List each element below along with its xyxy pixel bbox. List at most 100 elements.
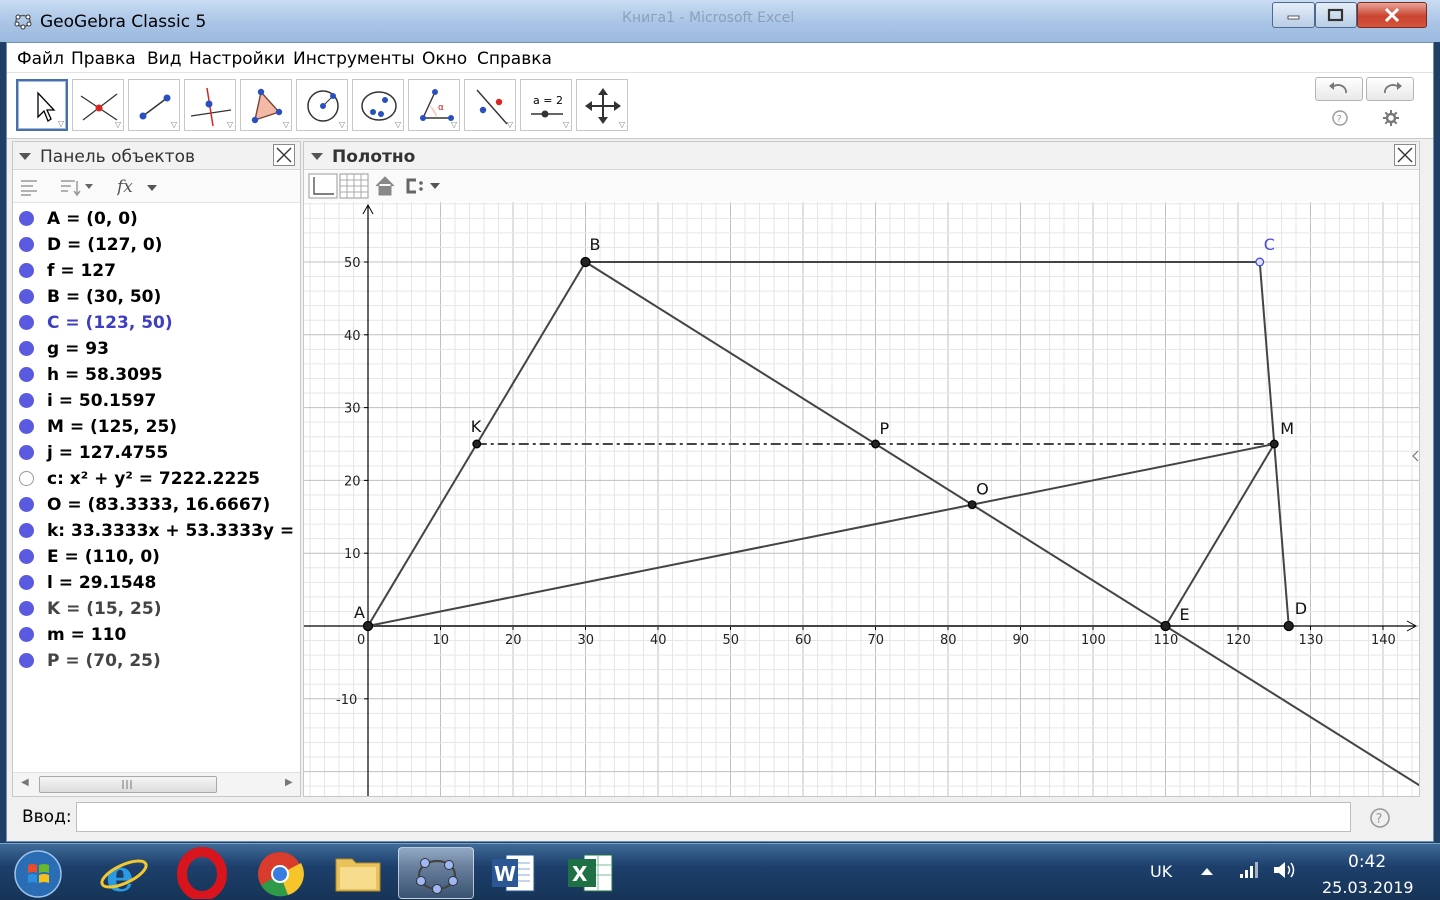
graphics-canvas[interactable]: 0 10 20 30 40 50 60 70 80 90 100 110 120 130 140 -10 10 2…	[304, 183, 1440, 800]
visibility-toggle-icon[interactable]	[19, 445, 34, 460]
algebra-item[interactable]: D = (127, 0)	[13, 232, 300, 258]
menu-tools[interactable]: Инструменты	[293, 49, 415, 69]
algebra-item-text: O = (83.3333, 16.6667)	[47, 495, 271, 515]
visibility-toggle-icon[interactable]	[19, 341, 34, 356]
toggle-grid-icon[interactable]	[339, 173, 369, 199]
perpendicular-tool-button[interactable]: ▽	[184, 79, 236, 131]
algebra-item[interactable]: A = (0, 0)	[13, 206, 300, 232]
clock-time[interactable]: 0:42	[1348, 852, 1386, 872]
algebra-item[interactable]: i = 50.1597	[13, 388, 300, 414]
visibility-toggle-icon[interactable]	[19, 237, 34, 252]
geometry-plot[interactable]: 0 10 20 30 40 50 60 70 80 90 100 110 120 130 140 -10 10 2…	[304, 183, 1440, 800]
auxiliary-objects-icon[interactable]	[19, 177, 39, 197]
volume-icon[interactable]	[1272, 860, 1298, 880]
x-tick-label: 80	[940, 633, 957, 648]
clock-date[interactable]: 25.03.2019	[1322, 878, 1414, 897]
menu-settings[interactable]: Настройки	[189, 49, 285, 69]
algebra-item[interactable]: B = (30, 50)	[13, 284, 300, 310]
visibility-toggle-icon[interactable]	[19, 575, 34, 590]
slider-tool-button[interactable]: a = 2 ▽	[520, 79, 572, 131]
visibility-toggle-icon[interactable]	[19, 627, 34, 642]
scroll-right-icon[interactable]: ▶	[285, 777, 293, 788]
visibility-toggle-icon[interactable]	[19, 211, 34, 226]
visibility-toggle-icon[interactable]	[19, 315, 34, 330]
algebra-item-text: h = 58.3095	[47, 365, 163, 385]
grip-icon	[122, 780, 132, 789]
segment-tool-button[interactable]: ▽	[128, 79, 180, 131]
visibility-toggle-icon[interactable]	[19, 523, 34, 538]
menu-file[interactable]: Файл	[17, 49, 64, 69]
algebra-item[interactable]: P = (70, 25)	[13, 648, 300, 674]
algebra-item[interactable]: O = (83.3333, 16.6667)	[13, 492, 300, 518]
point-tool-button[interactable]: ▽	[72, 79, 124, 131]
algebra-item[interactable]: K = (15, 25)	[13, 596, 300, 622]
visibility-toggle-icon[interactable]	[19, 263, 34, 278]
start-button[interactable]	[4, 847, 68, 899]
redo-button[interactable]	[1366, 77, 1414, 101]
point-capture-icon[interactable]	[402, 175, 448, 197]
undo-button[interactable]	[1315, 77, 1363, 101]
visibility-toggle-icon[interactable]	[19, 289, 34, 304]
collapse-side-icon[interactable]	[1411, 450, 1419, 462]
horizontal-scrollbar[interactable]: ◀ ▶	[13, 772, 300, 796]
scroll-left-icon[interactable]: ◀	[21, 777, 29, 788]
network-signal-icon[interactable]	[1238, 860, 1260, 880]
panel-collapse-icon[interactable]	[19, 153, 31, 160]
reflect-tool-button[interactable]: ▽	[464, 79, 516, 131]
algebra-panel: Панель объектов fx A = (0, 0) D = (127, 0…	[12, 141, 301, 797]
visibility-toggle-icon[interactable]	[19, 549, 34, 564]
move-graphics-tool-button[interactable]: ▽	[576, 79, 628, 131]
algebra-item[interactable]: k: 33.3333x + 53.3333y = 30	[13, 518, 300, 544]
menu-edit[interactable]: Правка	[71, 49, 136, 69]
menu-window[interactable]: Окно	[422, 49, 467, 69]
taskbar-geogebra[interactable]	[398, 847, 474, 899]
fx-description-icon[interactable]: fx	[117, 175, 161, 199]
home-icon[interactable]	[374, 175, 396, 197]
algebra-item[interactable]: j = 127.4755	[13, 440, 300, 466]
help-icon[interactable]: ?	[1368, 806, 1392, 830]
taskbar-chrome[interactable]	[242, 847, 318, 899]
visibility-toggle-icon[interactable]	[19, 653, 34, 668]
scrollbar-thumb[interactable]	[39, 776, 217, 793]
help-icon[interactable]: ?	[1331, 109, 1349, 127]
taskbar-word[interactable]: W	[476, 847, 552, 899]
circle-tool-button[interactable]: ▽	[296, 79, 348, 131]
minimize-button[interactable]	[1272, 2, 1315, 28]
algebra-item[interactable]: h = 58.3095	[13, 362, 300, 388]
taskbar-opera[interactable]	[164, 847, 240, 899]
tray-expand-icon[interactable]	[1200, 866, 1214, 876]
toggle-axes-icon[interactable]	[308, 173, 338, 199]
sort-icon[interactable]	[59, 177, 93, 197]
close-button[interactable]	[1357, 2, 1427, 28]
algebra-item[interactable]: c: x² + y² = 7222.2225	[13, 466, 300, 492]
conic-tool-button[interactable]: ▽	[352, 79, 404, 131]
algebra-item[interactable]: M = (125, 25)	[13, 414, 300, 440]
taskbar-file-explorer[interactable]	[320, 847, 396, 899]
input-field[interactable]	[76, 802, 1351, 832]
menu-view[interactable]: Вид	[147, 49, 181, 69]
algebra-item[interactable]: g = 93	[13, 336, 300, 362]
taskbar-excel[interactable]: X	[554, 847, 630, 899]
menu-help[interactable]: Справка	[477, 49, 552, 69]
visibility-toggle-icon[interactable]	[19, 601, 34, 616]
graphics-close-button[interactable]	[1394, 144, 1416, 166]
visibility-toggle-icon[interactable]	[19, 471, 34, 486]
algebra-item[interactable]: f = 127	[13, 258, 300, 284]
algebra-item[interactable]: l = 29.1548	[13, 570, 300, 596]
visibility-toggle-icon[interactable]	[19, 497, 34, 512]
taskbar-internet-explorer[interactable]: e	[86, 847, 162, 899]
gear-icon[interactable]	[1382, 109, 1400, 127]
maximize-button[interactable]	[1315, 2, 1357, 28]
angle-tool-button[interactable]: α ▽	[408, 79, 460, 131]
algebra-close-button[interactable]	[273, 144, 295, 166]
polygon-tool-button[interactable]: ▽	[240, 79, 292, 131]
visibility-toggle-icon[interactable]	[19, 419, 34, 434]
language-indicator[interactable]: UK	[1150, 862, 1172, 881]
algebra-item[interactable]: E = (110, 0)	[13, 544, 300, 570]
algebra-item[interactable]: C = (123, 50)	[13, 310, 300, 336]
visibility-toggle-icon[interactable]	[19, 367, 34, 382]
algebra-item[interactable]: m = 110	[13, 622, 300, 648]
panel-collapse-icon[interactable]	[311, 153, 323, 160]
visibility-toggle-icon[interactable]	[19, 393, 34, 408]
move-tool-button[interactable]: ▽	[16, 79, 68, 131]
